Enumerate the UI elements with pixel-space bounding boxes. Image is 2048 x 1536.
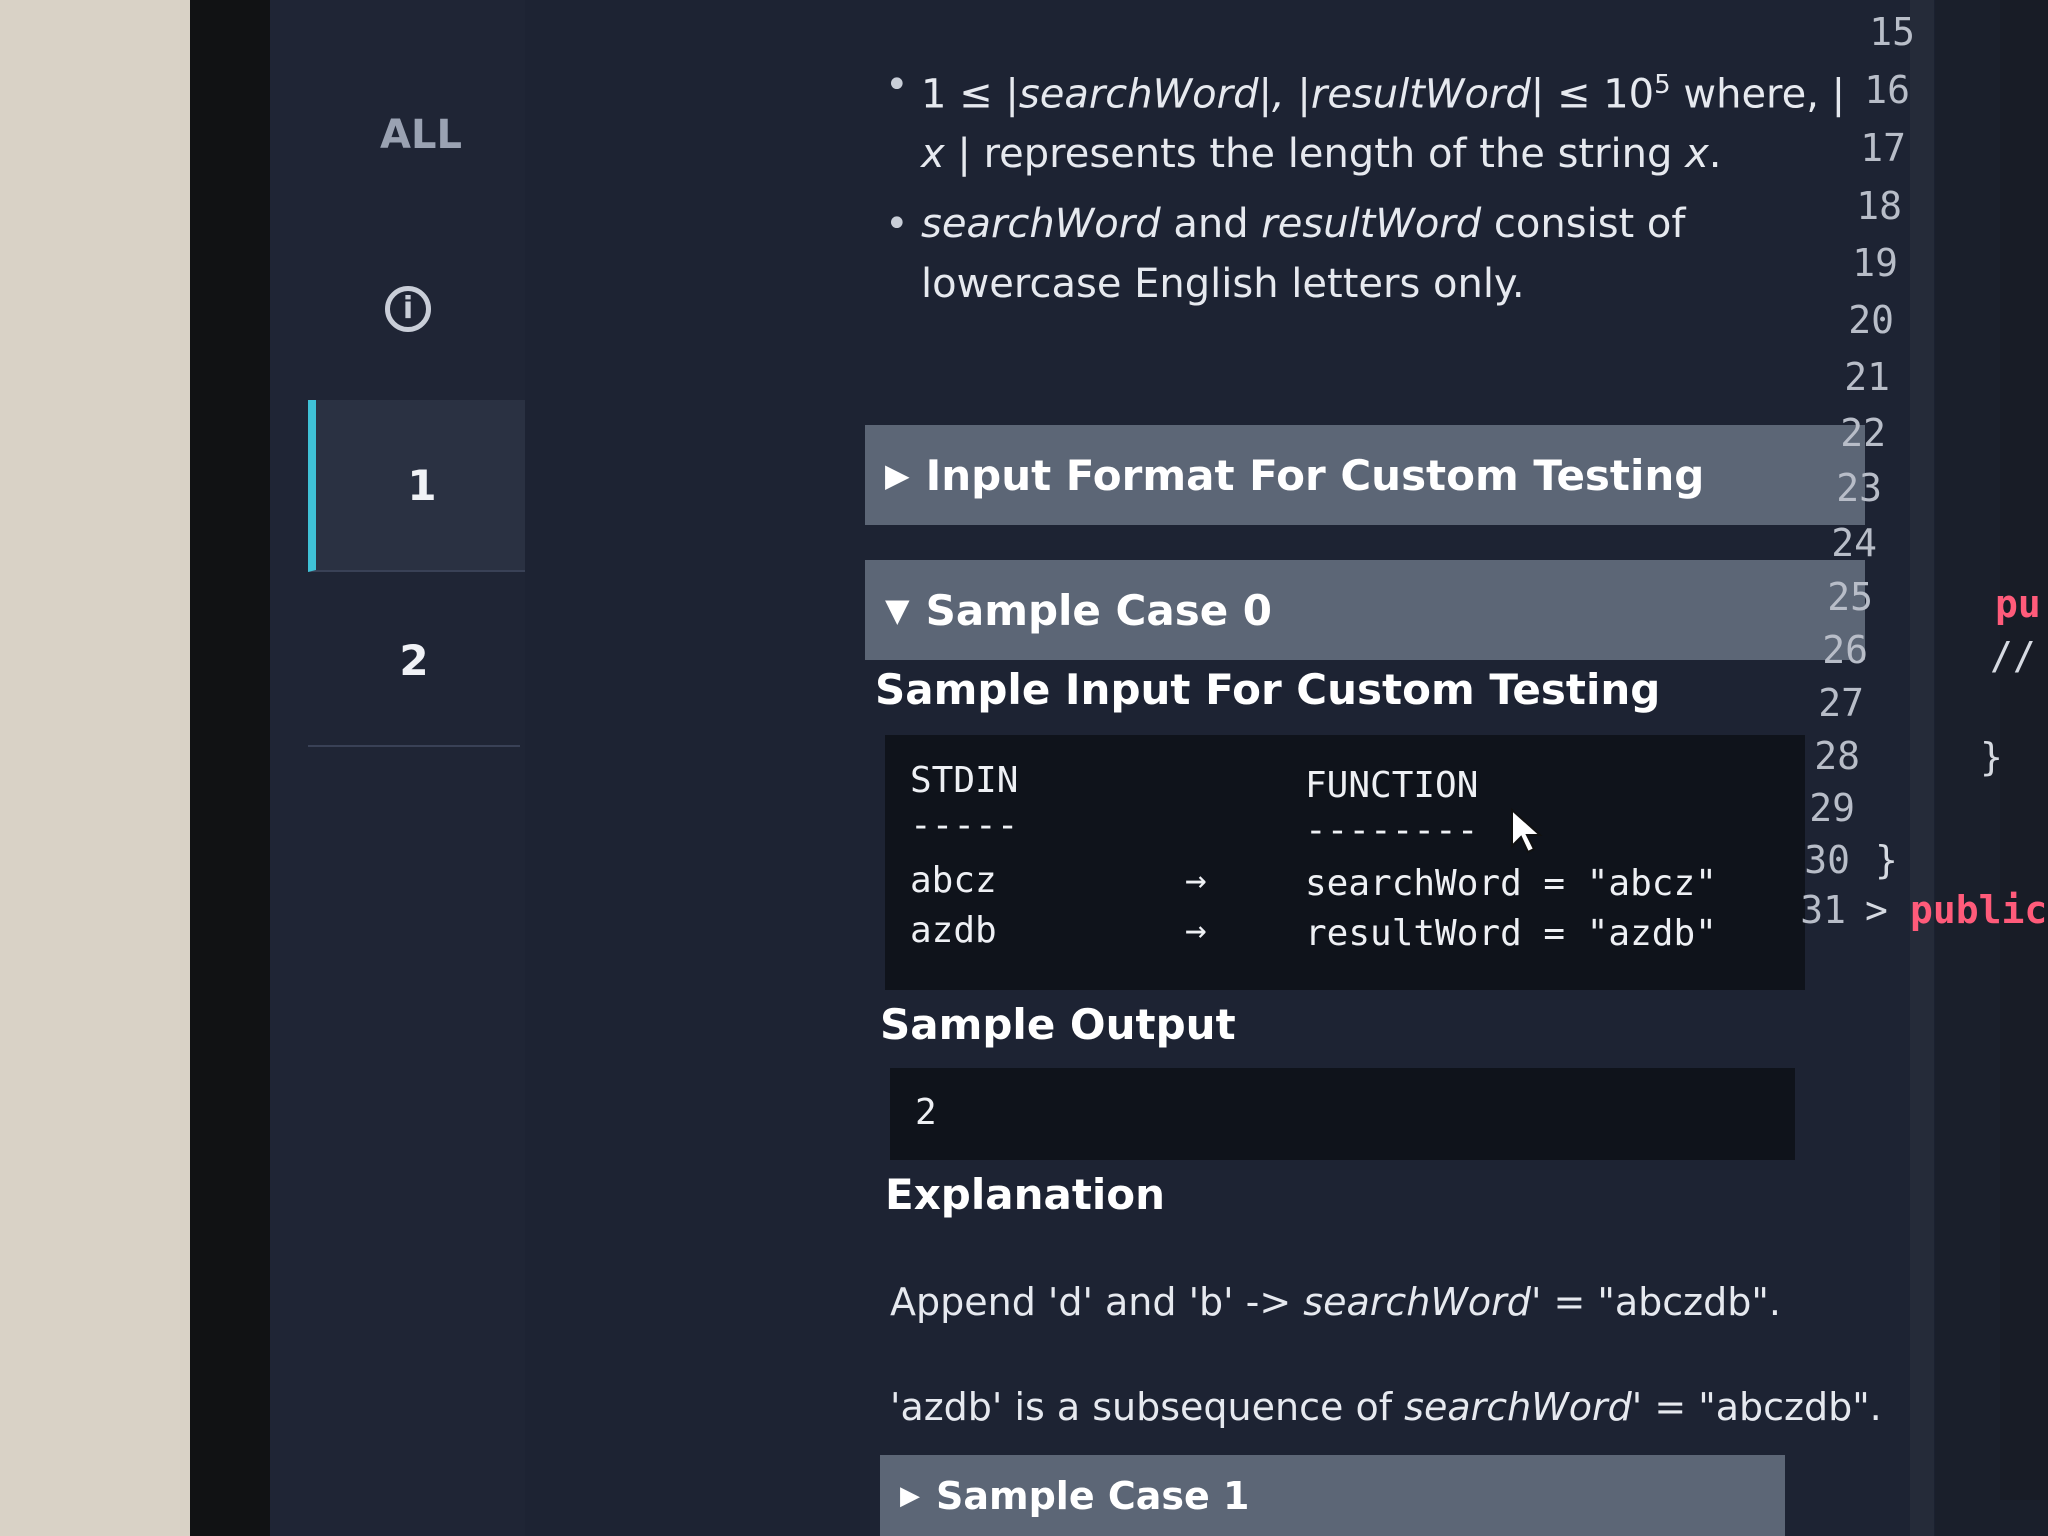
question-nav: ALL i 1 2 <box>270 0 528 1536</box>
code-keyword: pu <box>1995 582 2041 626</box>
line-number: 20 <box>1848 298 1894 342</box>
line-number: 16 <box>1864 68 1910 112</box>
sample-case-0-toggle[interactable]: ▼ Sample Case 0 <box>865 560 1865 660</box>
sample-output-heading: Sample Output <box>880 1000 1236 1049</box>
arrow-right-icon: → <box>1185 860 1207 901</box>
constraint-var: x <box>1685 131 1709 178</box>
line-number: 25 <box>1827 575 1873 619</box>
code-keyword: public c <box>1910 888 2048 932</box>
explanation-text: 'azdb' is a subsequence of <box>890 1385 1405 1429</box>
constraint-item: searchWord and resultWord consist of low… <box>885 194 1865 314</box>
triangle-right-icon: ▶ <box>885 456 910 494</box>
function-rule: -------- <box>1305 810 1479 851</box>
line-number: 30 <box>1804 838 1850 882</box>
line-number: 23 <box>1836 466 1882 510</box>
explanation-text: Append 'd' and 'b' -> <box>890 1280 1304 1324</box>
sample-output-box: 2 <box>890 1068 1795 1160</box>
line-number: 17 <box>1860 126 1906 170</box>
sample-input-heading: Sample Input For Custom Testing <box>875 665 1661 714</box>
sample-case-1-label: Sample Case 1 <box>936 1473 1250 1518</box>
constraint-item: 1 ≤ |searchWord|, |resultWord| ≤ 105 whe… <box>885 55 1865 184</box>
line-number: 28 <box>1814 734 1860 778</box>
stdin-header: STDIN <box>910 760 1019 801</box>
explanation-heading: Explanation <box>885 1170 1166 1219</box>
mouse-cursor-icon <box>1511 808 1543 854</box>
stdin-value: azdb <box>910 910 997 951</box>
pane-splitter[interactable] <box>1910 0 1934 1536</box>
explanation-line-2: 'azdb' is a subsequence of searchWord' =… <box>890 1385 1882 1429</box>
constraint-var: searchWord <box>921 201 1161 248</box>
sample-output-value: 2 <box>915 1092 937 1133</box>
constraint-text: and <box>1160 201 1262 248</box>
constraint-exponent: 5 <box>1654 70 1671 100</box>
question-2-tab[interactable]: 2 <box>308 575 520 747</box>
code-comment: // <box>1990 634 2036 678</box>
code-brace: } <box>1980 735 2003 779</box>
explanation-line-1: Append 'd' and 'b' -> searchWord' = "abc… <box>890 1280 1781 1324</box>
nav-all-button[interactable]: ALL <box>380 112 462 158</box>
input-format-label: Input Format For Custom Testing <box>925 450 1705 500</box>
constraint-text: . <box>1708 131 1722 178</box>
sample-case-1-toggle[interactable]: ▶ Sample Case 1 <box>880 1455 1785 1536</box>
constraint-text: ≤ 10 <box>1544 71 1655 118</box>
code-brace: } <box>1875 838 1898 882</box>
screen: ALL i 1 2 1 ≤ |searchWord|, |resultWord|… <box>270 0 2048 1536</box>
line-number: 22 <box>1840 411 1886 455</box>
function-value: searchWord = "abcz" <box>1305 863 1717 904</box>
sample-case-0-label: Sample Case 0 <box>925 585 1273 635</box>
line-number: 31 <box>1800 888 1846 932</box>
stdin-rule: ----- <box>910 805 1019 846</box>
input-format-toggle[interactable]: ▶ Input Format For Custom Testing <box>865 425 1865 525</box>
code-editor[interactable] <box>2000 0 2048 1500</box>
line-number: 19 <box>1852 241 1898 285</box>
constraint-text: where, <box>1670 71 1832 118</box>
constraint-var: |searchWord|, |resultWord| <box>1005 71 1545 118</box>
problem-panel: 1 ≤ |searchWord|, |resultWord| ≤ 105 whe… <box>525 0 1915 1536</box>
line-number: 29 <box>1809 786 1855 830</box>
explanation-var: searchWord <box>1303 1280 1531 1324</box>
line-number: 26 <box>1822 628 1868 672</box>
constraint-var: resultWord <box>1261 201 1482 248</box>
triangle-down-icon: ▼ <box>885 591 910 629</box>
constraints-list: 1 ≤ |searchWord|, |resultWord| ≤ 105 whe… <box>885 55 1865 324</box>
line-number: 15 <box>1869 10 1915 54</box>
function-value: resultWord = "azdb" <box>1305 913 1717 954</box>
question-1-tab[interactable]: 1 <box>308 400 528 572</box>
fold-chevron-icon[interactable]: > <box>1865 888 1888 932</box>
explanation-text: ' = "abczdb". <box>1631 1385 1882 1429</box>
stdin-value: abcz <box>910 860 997 901</box>
line-number: 27 <box>1818 681 1864 725</box>
function-header: FUNCTION <box>1305 765 1479 806</box>
info-icon[interactable]: i <box>385 286 431 332</box>
explanation-var: searchWord <box>1404 1385 1632 1429</box>
arrow-right-icon: → <box>1185 910 1207 951</box>
sample-input-box: STDIN FUNCTION ----- -------- abcz → sea… <box>885 735 1805 990</box>
line-number: 18 <box>1856 184 1902 228</box>
constraint-text: represents the length of the string <box>970 131 1686 178</box>
line-number: 21 <box>1844 355 1890 399</box>
explanation-text: ' = "abczdb". <box>1530 1280 1781 1324</box>
triangle-right-icon: ▶ <box>900 1480 920 1511</box>
line-number: 24 <box>1831 521 1877 565</box>
constraint-text: 1 ≤ <box>921 71 1006 118</box>
